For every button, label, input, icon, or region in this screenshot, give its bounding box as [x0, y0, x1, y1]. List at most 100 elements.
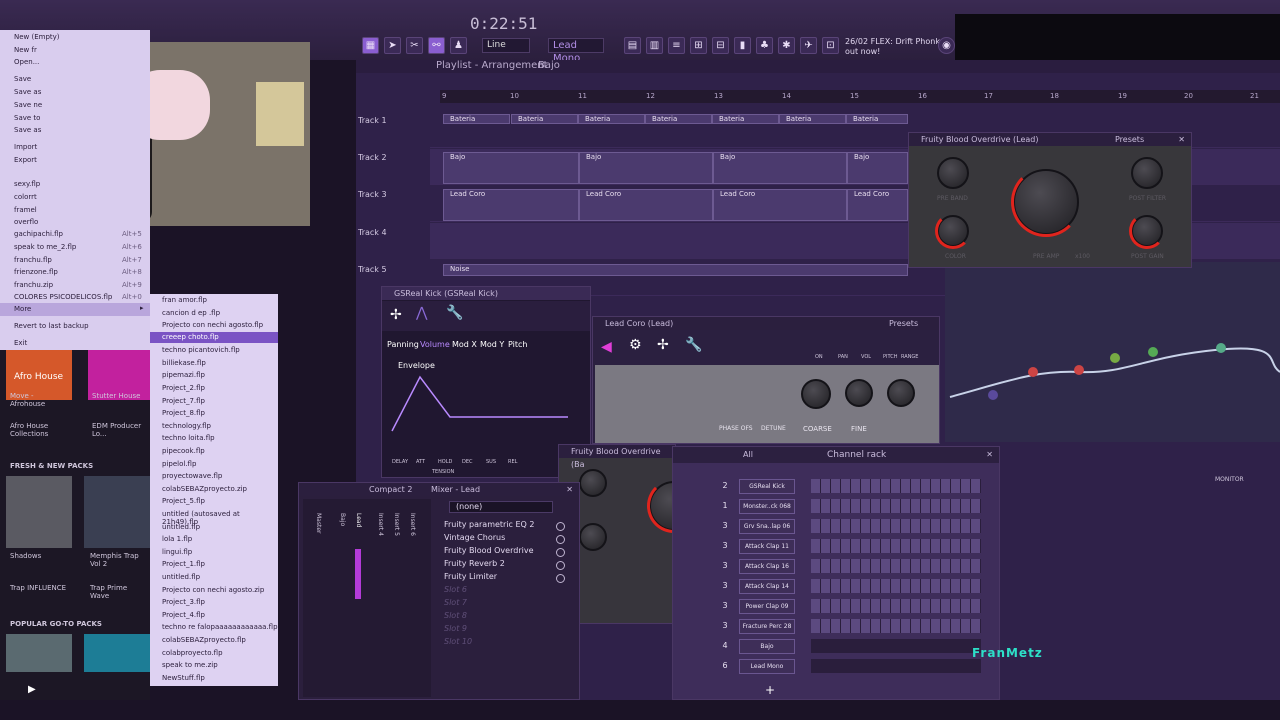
slot-enable-toggle[interactable] — [556, 561, 565, 570]
pattern-clip[interactable]: Lead Coro — [443, 189, 579, 221]
track-name[interactable]: Track 2 — [358, 153, 418, 162]
submenu-item[interactable]: Projecto con nechi agosto.zip — [162, 586, 264, 594]
step-sequencer[interactable] — [811, 659, 981, 673]
settings-icon[interactable]: ⚙ — [629, 337, 642, 353]
tab-mod-x[interactable]: Mod X — [452, 340, 477, 349]
wave-icon[interactable]: ✢ — [390, 307, 402, 323]
step-sequencer[interactable] — [811, 499, 981, 513]
mixer-preset-select[interactable]: (none) — [449, 501, 553, 513]
pattern-clip[interactable]: Lead Coro — [713, 189, 847, 221]
effect-slot[interactable]: Fruity Limiter — [444, 572, 497, 581]
pattern-clip[interactable]: Lead Coro — [847, 189, 908, 221]
submenu-item[interactable]: colabSEBAZproyecto.flp — [162, 636, 246, 644]
coarse-knob[interactable] — [801, 379, 831, 409]
submenu-item[interactable]: techno loita.flp — [162, 434, 215, 442]
recent-file[interactable]: framel — [14, 206, 37, 214]
submenu-item[interactable]: billiekase.flp — [162, 359, 206, 367]
submenu-item[interactable]: techno picantovich.flp — [162, 346, 240, 354]
pattern-clip[interactable]: Bateria — [712, 114, 779, 124]
step-sequencer[interactable] — [811, 479, 981, 493]
channel-row[interactable]: 3 Power Clap 09 — [673, 599, 987, 617]
extra-knob[interactable] — [887, 379, 915, 407]
post-filter-knob[interactable] — [1131, 157, 1163, 189]
file-icon[interactable]: ▮ — [734, 37, 751, 54]
effect-slot[interactable]: Vintage Chorus — [444, 533, 505, 542]
track-name[interactable]: Track 1 — [358, 116, 418, 125]
submenu-item[interactable]: pipelol.flp — [162, 460, 196, 468]
recent-file[interactable]: COLORES PSICODELICOS.flp Alt+0 — [14, 293, 148, 301]
timeline-ruler[interactable]: 9 10 11 12 13 14 15 16 17 18 19 20 21 — [440, 90, 1280, 103]
step-sequencer[interactable] — [811, 559, 981, 573]
piano-roll-icon[interactable]: ▥ — [646, 37, 663, 54]
channel-button[interactable]: Monster..ck 068 — [739, 499, 795, 514]
step-sequencer[interactable] — [811, 639, 981, 653]
envelope-label[interactable]: Envelope — [398, 361, 435, 370]
menu-item-more[interactable]: More ▸ — [0, 303, 150, 316]
effect-slot[interactable]: Slot 8 — [444, 611, 467, 620]
snap-select[interactable]: Line — [482, 38, 530, 53]
recent-file[interactable]: franchu.zip Alt+9 — [14, 281, 148, 289]
playlist-icon[interactable]: ▤ — [624, 37, 641, 54]
window-title[interactable]: Fruity Blood Overdrive (Lead) Presets ✕ — [909, 133, 1191, 146]
news-icon[interactable]: ⊡ — [822, 37, 839, 54]
pre-amp-knob[interactable] — [1011, 167, 1081, 237]
pattern-clip[interactable]: Bateria — [779, 114, 846, 124]
step-sequencer[interactable] — [811, 619, 981, 633]
submenu-item[interactable]: Projecto con nechi agosto.flp — [162, 321, 263, 329]
submenu-item[interactable]: technology.flp — [162, 422, 211, 430]
wrench-icon[interactable]: 🔧 — [446, 305, 463, 321]
recent-file[interactable]: frienzone.flp Alt+8 — [14, 268, 148, 276]
effect-slot[interactable]: Slot 9 — [444, 624, 467, 633]
channel-button[interactable]: Grv Sna..lap 06 — [739, 519, 795, 534]
slot-enable-toggle[interactable] — [556, 548, 565, 557]
channel-row[interactable]: 3 Grv Sna..lap 06 — [673, 519, 987, 537]
submenu-item[interactable]: cancion d ep .flp — [162, 309, 220, 317]
channel-button[interactable]: Attack Clap 16 — [739, 559, 795, 574]
channel-button[interactable]: GSReal Kick — [739, 479, 795, 494]
play-icon[interactable]: ▶ — [28, 684, 36, 695]
pattern-clip[interactable]: Bajo — [847, 152, 908, 184]
recent-file[interactable]: speak to me_2.flp Alt+6 — [14, 243, 148, 251]
add-channel-icon[interactable]: + — [765, 683, 775, 697]
channel-button[interactable]: Power Clap 09 — [739, 599, 795, 614]
pack-cover[interactable] — [84, 634, 150, 672]
effect-slot[interactable]: Fruity Reverb 2 — [444, 559, 505, 568]
channel-button[interactable]: Fracture Perc 28 — [739, 619, 795, 634]
menu-item[interactable]: Revert to last backup — [14, 322, 89, 330]
pack-cover[interactable] — [6, 476, 72, 548]
menu-item[interactable]: New (Empty) — [14, 33, 60, 41]
menu-item[interactable]: New fr — [14, 46, 37, 54]
pattern-clip[interactable]: Bateria — [511, 114, 578, 124]
track-name[interactable]: Track 4 — [358, 228, 418, 237]
menu-item[interactable]: Import — [14, 143, 37, 151]
effect-slot[interactable]: Fruity Blood Overdrive — [444, 546, 533, 555]
submenu-item[interactable]: Project_2.flp — [162, 384, 205, 392]
pre-band-knob[interactable] — [579, 469, 607, 497]
tab-pitch[interactable]: Pitch — [508, 340, 527, 349]
play-arrow-icon[interactable]: ➤ — [384, 37, 401, 54]
recording-icon[interactable]: ✈ — [800, 37, 817, 54]
pattern-clip[interactable]: Bateria — [846, 114, 908, 124]
menu-item[interactable]: Save to — [14, 114, 40, 122]
effect-slot[interactable]: Slot 10 — [444, 637, 472, 646]
recent-file[interactable]: sexy.flp — [14, 180, 40, 188]
window-title[interactable]: Lead Coro (Lead) Presets — [593, 317, 939, 330]
slot-enable-toggle[interactable] — [556, 574, 565, 583]
speaker-icon[interactable]: ◀ — [601, 339, 612, 355]
submenu-item[interactable]: lola 1.flp — [162, 535, 192, 543]
submenu-item[interactable]: speak to me.zip — [162, 661, 218, 669]
pattern-select[interactable]: Lead Mono — [548, 38, 604, 64]
pattern-clip[interactable]: Bajo — [443, 152, 579, 184]
effect-slot[interactable]: Slot 6 — [444, 585, 467, 594]
fine-knob[interactable] — [845, 379, 873, 407]
slot-enable-toggle[interactable] — [556, 522, 565, 531]
globe-icon[interactable]: ◉ — [938, 37, 955, 54]
submenu-item[interactable]: Project_7.flp — [162, 397, 205, 405]
color-knob[interactable] — [935, 213, 971, 249]
channel-button[interactable]: Attack Clap 11 — [739, 539, 795, 554]
slice-tool-icon[interactable]: ✂ — [406, 37, 423, 54]
channel-row[interactable]: 1 Monster..ck 068 — [673, 499, 987, 517]
color-knob[interactable] — [579, 523, 607, 551]
step-sequencer[interactable] — [811, 539, 981, 553]
channel-row[interactable]: 3 Attack Clap 14 — [673, 579, 987, 597]
